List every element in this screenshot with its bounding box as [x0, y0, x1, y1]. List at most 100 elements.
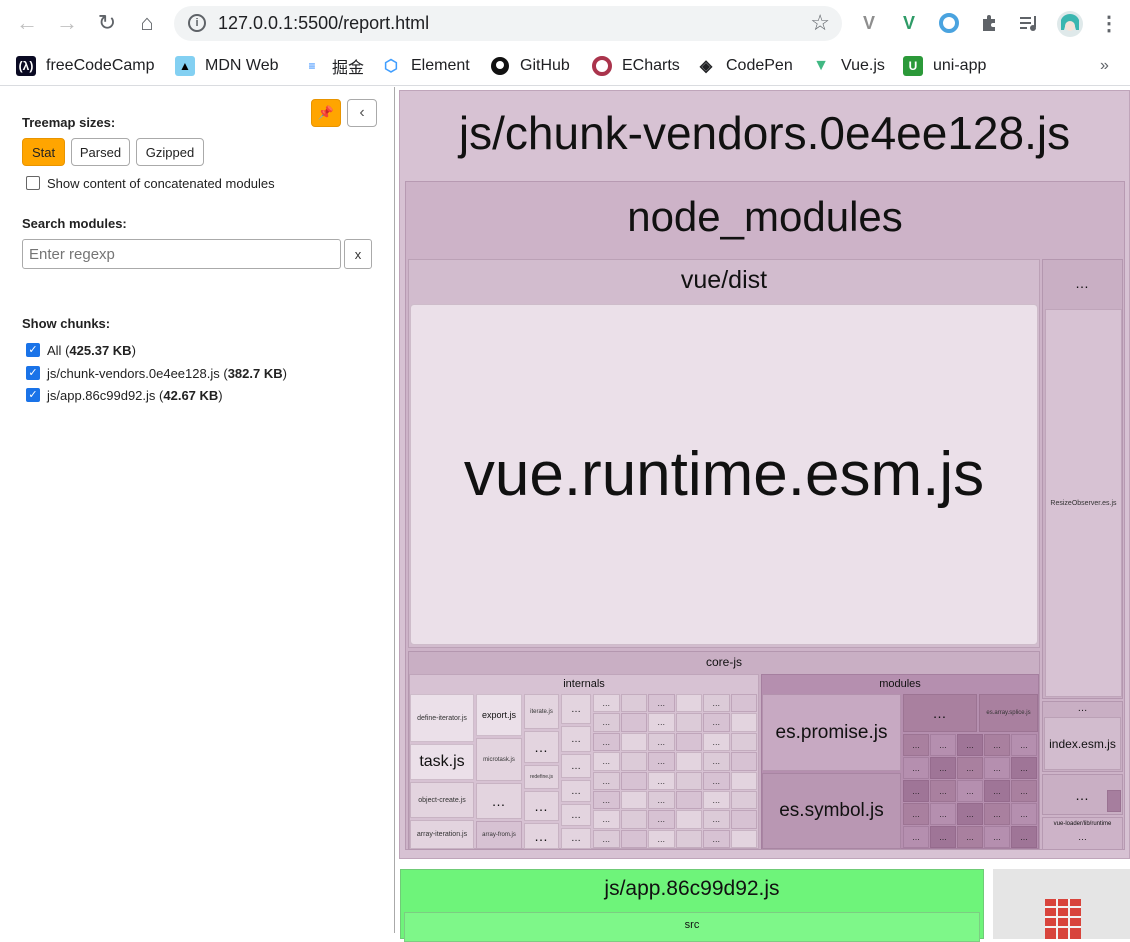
treemap-cell-small-module[interactable]: … — [957, 757, 983, 779]
treemap-cell-small-module[interactable] — [675, 752, 702, 771]
treemap-cell-internals-a[interactable]: … — [476, 783, 522, 819]
treemap-cell-small-module[interactable] — [620, 790, 647, 810]
bookmark-element[interactable]: ⬡ Element — [381, 55, 470, 77]
treemap-cell-small-module[interactable]: … — [593, 829, 620, 848]
treemap-cell-small-module[interactable]: … — [593, 790, 620, 810]
treemap-cell-export[interactable]: export.js — [476, 694, 522, 736]
treemap-cell-internals-j[interactable]: … — [561, 828, 591, 849]
treemap-cell-small-module[interactable]: … — [593, 771, 620, 790]
treemap-cell-small-module[interactable] — [620, 713, 647, 732]
treemap-cell-small-module[interactable]: … — [648, 829, 675, 848]
treemap-cell-small-module[interactable]: … — [703, 771, 730, 790]
treemap-cell-small-module[interactable]: … — [984, 757, 1010, 779]
treemap-cell-small-module[interactable]: … — [930, 826, 956, 848]
chunk-app-label[interactable]: js/app.86c99d92.js (42.67 KB) — [47, 388, 223, 403]
treemap[interactable]: js/chunk-vendors.0e4ee128.js node_module… — [396, 87, 1130, 942]
treemap-cell-small-module[interactable]: … — [703, 810, 730, 829]
extension-circle-icon[interactable] — [938, 12, 960, 34]
treemap-cell-small-module[interactable]: … — [1011, 803, 1037, 825]
treemap-cell-iterate[interactable]: iterate.js — [524, 694, 559, 729]
chunk-app-checkbox[interactable]: ✓ — [26, 388, 40, 402]
treemap-cell-small-module[interactable]: … — [593, 752, 620, 771]
vue-devtools-icon[interactable]: V — [898, 12, 920, 34]
treemap-cell-small-module[interactable]: … — [984, 734, 1010, 756]
treemap-cell-small-module[interactable]: … — [903, 734, 929, 756]
treemap-cell-microtask[interactable]: microtask.js — [476, 738, 522, 781]
treemap-cell-es-promise[interactable]: es.promise.js — [762, 694, 901, 771]
treemap-cell-small-module[interactable] — [730, 713, 757, 732]
treemap-cell-es-array-splice[interactable]: es.array.splice.js — [979, 694, 1038, 732]
extensions-puzzle-icon[interactable] — [978, 12, 1000, 34]
treemap-cell-internals-i[interactable]: … — [561, 804, 591, 826]
treemap-cell-small-module[interactable]: … — [903, 826, 929, 848]
bookmark-juejin[interactable]: ≡ 掘金 — [302, 55, 364, 77]
treemap-cell-internals-h[interactable]: … — [561, 780, 591, 802]
back-icon[interactable]: ← — [12, 8, 42, 38]
treemap-cell-small-module[interactable]: … — [593, 732, 620, 752]
treemap-cell-small-module[interactable]: … — [648, 694, 675, 713]
treemap-cell-small-module[interactable]: … — [1011, 734, 1037, 756]
treemap-cell-small-module[interactable]: … — [703, 829, 730, 848]
treemap-cell-small-module[interactable]: … — [1011, 780, 1037, 802]
pin-button[interactable]: 📌 — [311, 99, 341, 127]
treemap-cell-tiny[interactable] — [1107, 790, 1121, 812]
treemap-cell-small-module[interactable]: … — [930, 757, 956, 779]
treemap-cell-small-module[interactable] — [675, 694, 702, 713]
treemap-cell-internals-d[interactable]: … — [524, 823, 559, 849]
treemap-cell-internals-g[interactable]: … — [561, 754, 591, 778]
treemap-cell-small-module[interactable]: … — [648, 790, 675, 810]
profile-avatar[interactable] — [1056, 10, 1084, 38]
treemap-cell-small-module[interactable] — [730, 771, 757, 790]
treemap-cell-resize-observer[interactable]: ResizeObserver.es.js — [1045, 309, 1122, 697]
treemap-cell-small-module[interactable] — [675, 771, 702, 790]
treemap-cell-small-module[interactable]: … — [957, 734, 983, 756]
url-text[interactable]: 127.0.0.1:5500/report.html — [218, 13, 429, 34]
bookmark-uniapp[interactable]: U uni-app — [903, 55, 986, 77]
size-gzipped-button[interactable]: Gzipped — [136, 138, 204, 166]
concat-modules-label[interactable]: Show content of concatenated modules — [47, 176, 275, 191]
bookmark-mdn[interactable]: ▲ MDN Web — [175, 55, 279, 77]
treemap-cell-small-module[interactable]: … — [593, 713, 620, 732]
treemap-cell-small-module[interactable]: … — [984, 780, 1010, 802]
search-input[interactable] — [22, 239, 341, 269]
chunk-vendors-label[interactable]: js/chunk-vendors.0e4ee128.js (382.7 KB) — [47, 366, 287, 381]
treemap-cell-small-module[interactable]: … — [648, 810, 675, 829]
treemap-cell-image-asset[interactable] — [993, 869, 1130, 939]
size-parsed-button[interactable]: Parsed — [71, 138, 130, 166]
forward-icon[interactable]: → — [52, 8, 82, 38]
treemap-cell-small-module[interactable] — [730, 732, 757, 752]
vue-devtools-gray-icon[interactable]: V — [858, 12, 880, 34]
treemap-cell-small-module[interactable] — [675, 713, 702, 732]
treemap-cell-small-module[interactable]: … — [930, 780, 956, 802]
treemap-cell-small-module[interactable]: … — [703, 790, 730, 810]
treemap-cell-redefine[interactable]: redefine.js — [524, 765, 559, 789]
treemap-cell-small-module[interactable] — [620, 771, 647, 790]
treemap-cell-small-module[interactable]: … — [703, 752, 730, 771]
treemap-cell-small-module[interactable]: … — [593, 694, 620, 713]
treemap-cell-small-module[interactable]: … — [1011, 826, 1037, 848]
treemap-cell-small-module[interactable]: … — [930, 803, 956, 825]
treemap-cell-small-module[interactable] — [730, 790, 757, 810]
clear-search-button[interactable]: x — [344, 239, 372, 269]
more-bookmarks-button[interactable]: » — [1100, 55, 1109, 77]
treemap-cell-small-module[interactable] — [675, 732, 702, 752]
treemap-cell-small-module[interactable]: … — [648, 752, 675, 771]
treemap-cell-array-from[interactable]: array-from.js — [476, 821, 522, 849]
treemap-cell-small-module[interactable]: … — [648, 771, 675, 790]
treemap-cell-small-module[interactable] — [620, 694, 647, 713]
concat-modules-checkbox[interactable] — [26, 176, 40, 190]
bookmark-echarts[interactable]: ECharts — [592, 55, 680, 77]
treemap-cell-object-create[interactable]: object-create.js — [410, 782, 474, 818]
address-bar[interactable]: i 127.0.0.1:5500/report.html ☆ — [174, 6, 842, 41]
treemap-cell-small-module[interactable]: … — [703, 713, 730, 732]
treemap-cell-small-module[interactable] — [620, 829, 647, 848]
treemap-cell-small-module[interactable]: … — [1011, 757, 1037, 779]
treemap-cell-internals-b[interactable]: … — [524, 731, 559, 763]
treemap-cell-internals-f[interactable]: … — [561, 726, 591, 752]
treemap-cell-small-module[interactable]: … — [903, 803, 929, 825]
treemap-cell-array-iteration[interactable]: array-iteration.js — [410, 820, 474, 849]
treemap-cell-small-module[interactable]: … — [648, 713, 675, 732]
treemap-cell-es-symbol[interactable]: es.symbol.js — [762, 773, 901, 849]
chunk-all-label[interactable]: All (425.37 KB) — [47, 343, 136, 358]
treemap-cell-small-module[interactable] — [620, 752, 647, 771]
